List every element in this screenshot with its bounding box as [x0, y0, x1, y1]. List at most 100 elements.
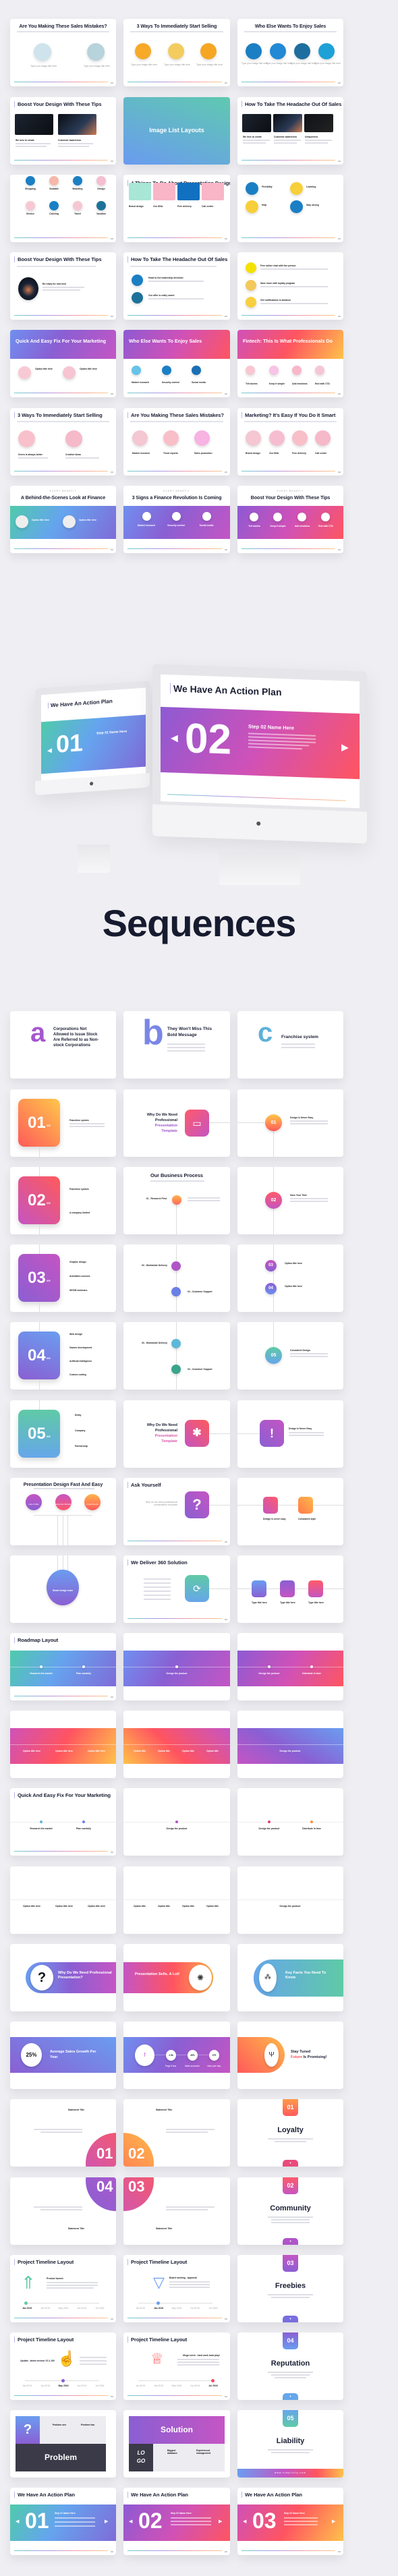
chevron-down-icon[interactable]: ▼: [283, 2316, 298, 2322]
slide-value-04[interactable]: 04 Reputation ▼: [237, 2332, 343, 2400]
next-arrow-icon[interactable]: ▶: [105, 2519, 108, 2524]
slide-headache-sales[interactable]: How To Take The Headache Out Of Sales We…: [237, 97, 343, 165]
slide-step-03[interactable]: 03/05 Graphic design Animation courses S…: [10, 1244, 116, 1312]
value-number: 04: [283, 2332, 298, 2349]
slide-smart-team[interactable]: Smart design team: [10, 1555, 116, 1623]
next-arrow-icon[interactable]: ▶: [341, 741, 349, 753]
slide-letter-b[interactable]: b They Won't Miss This Bold Message: [123, 1011, 230, 1079]
slide-timeline-2[interactable]: Project Timeline Layout ▽ Board meeting …: [123, 2255, 230, 2322]
slide-statement-03[interactable]: 03 Statement Title: [123, 2177, 230, 2245]
slide-quickfix-c[interactable]: Design the product Distribute in time: [237, 1788, 343, 1856]
slide-social-stats[interactable]: f 2.5k 45% 375 Page Fans Male accounts L…: [123, 2022, 230, 2089]
slide-problem[interactable]: ? Problem one Problem two Problem: [10, 2410, 116, 2478]
next-arrow-icon[interactable]: ▶: [219, 2519, 222, 2524]
slide-icon-grid[interactable]: Shopping Scalable Branding Design Servic…: [10, 175, 116, 242]
slide-ask-yourself[interactable]: Ask Yourself Why do we need professional…: [123, 1478, 230, 1545]
slide-stay-tuned[interactable]: Ψ Stay Tuned Future Is Promising!: [237, 2022, 343, 2089]
item-title: Market research: [137, 524, 155, 527]
slide-pill-why[interactable]: ? Why Do We Need Professional Presentati…: [10, 1944, 116, 2011]
slide-sales-mistakes-2[interactable]: Are You Making These Sales Mistakes? Mar…: [123, 408, 230, 476]
slide-design-fast[interactable]: Presentation Design Fast And Easy Lack o…: [10, 1478, 116, 1545]
slide-value-02[interactable]: 02 Community ▼: [237, 2177, 343, 2245]
slide-statement-02[interactable]: Statement Title 02: [123, 2099, 230, 2167]
slide-enjoy-sales-2[interactable]: Who Else Wants To Enjoy Sales Market res…: [123, 330, 230, 397]
connector-line: [10, 1744, 116, 1745]
slide-quickfix-a[interactable]: Quick And Easy Fix For Your Marketing Re…: [10, 1788, 116, 1856]
slide-fintech[interactable]: Fintech: This Is What Professionals Do T…: [237, 330, 343, 397]
slide-letter-c[interactable]: c Franchise system: [237, 1011, 343, 1079]
chevron-down-icon[interactable]: ▼: [283, 2393, 298, 2400]
slide-quickfix-b[interactable]: Design the product: [123, 1788, 230, 1856]
slide-triple[interactable]: Type title here Type title here Type tit…: [237, 1555, 343, 1623]
next-arrow-icon[interactable]: ▶: [332, 2519, 335, 2524]
slide-step-04[interactable]: 04/05 Web design Games development Artif…: [10, 1322, 116, 1390]
slide-action-02[interactable]: We Have An Action Plan ◀ 02 Step 02 Name…: [123, 2488, 230, 2555]
slide-marketing-smart[interactable]: Marketing? It's Easy If You Do It Smart …: [237, 408, 343, 476]
slide-action-01[interactable]: We Have An Action Plan ◀ 01 Step 01 Name…: [10, 2488, 116, 2555]
slide-circle-01[interactable]: 01 Design Is Never Easy: [237, 1089, 343, 1157]
item-title: Customer awareness: [274, 136, 297, 138]
slide-roadmap-a[interactable]: Roadmap Layout Research the market Plan …: [10, 1633, 116, 1700]
icon-label: Vacation: [96, 212, 106, 215]
prev-arrow-icon[interactable]: ◀: [243, 2519, 246, 2524]
slide-timeline-3[interactable]: Project Timeline Layout ☝ Update - lates…: [10, 2332, 116, 2400]
slide-value-01[interactable]: 01 Loyalty ▼: [237, 2099, 343, 2167]
slide-business-process[interactable]: Our Business Process 01 - Research First: [123, 1167, 230, 1234]
slide-circle-05[interactable]: 05 Consistent Design: [237, 1322, 343, 1390]
slide-roadmap-e[interactable]: Option title Option title Option title O…: [123, 1711, 230, 1778]
slide-headache-sales-2[interactable]: How To Take The Headache Out Of Sales He…: [123, 252, 230, 320]
slide-process-3-4[interactable]: 03 - Worldwide Delivery 04 - Customer Su…: [123, 1244, 230, 1312]
slide-pill-sells[interactable]: ✺ Presentation Sells. A Lot!: [123, 1944, 230, 2011]
slide-timeline-1[interactable]: Project Timeline Layout ⇑ Product launch…: [10, 2255, 116, 2322]
slide-quickfix-e[interactable]: Option title Option title Option title O…: [123, 1866, 230, 1934]
slide-letter-a[interactable]: a Corporations Not Allowed to Issue Stoc…: [10, 1011, 116, 1079]
slide-timeline-4[interactable]: Project Timeline Layout ♕ Mega event - h…: [123, 2332, 230, 2400]
item-title: Option title: [158, 1905, 170, 1908]
slide-value-03[interactable]: 03 Freebies ▼: [237, 2255, 343, 2322]
slide-quick-fix[interactable]: Quick And Easy Fix For Your Marketing Op…: [10, 330, 116, 397]
prev-arrow-icon[interactable]: ◀: [16, 2519, 19, 2524]
slide-circle-02[interactable]: 02 Save Your Time: [237, 1167, 343, 1234]
slide-four-things[interactable]: 4 Things To Do About Presentation Design…: [123, 175, 230, 242]
slide-roadmap-f[interactable]: Design the product: [237, 1711, 343, 1778]
slide-why-puzzle[interactable]: Why Do We Need Professional Presentation T…: [123, 1400, 230, 1468]
slide-roadmap-b[interactable]: Design the product: [123, 1633, 230, 1700]
slide-step-01[interactable]: 01/05 Franchise system: [10, 1089, 116, 1157]
slide-action-03[interactable]: We Have An Action Plan ◀ 03 Step 03 Name…: [237, 2488, 343, 2555]
slide-start-selling[interactable]: 3 Ways To Immediately Start Selling Type…: [123, 19, 230, 86]
slide-360-solution[interactable]: We Deliver 360 Solution ⟳: [123, 1555, 230, 1623]
slide-step-05[interactable]: 05/05 Entity Company Partnership: [10, 1400, 116, 1468]
slide-image-list-layouts[interactable]: Image List Layouts: [123, 97, 230, 165]
chevron-down-icon[interactable]: ▼: [283, 2160, 298, 2167]
slide-boost-design-3[interactable]: EVERY BENEFIT Boost Your Design With The…: [237, 486, 343, 553]
slide-boost-design-2[interactable]: Boost Your Design With These Tips Be rea…: [10, 252, 116, 320]
slide-step-02[interactable]: 02/05 Franchise system A company limited: [10, 1167, 116, 1234]
slide-features[interactable]: Free online chat with live person Save m…: [237, 252, 343, 320]
slide-boost-design[interactable]: Boost Your Design With These Tips We lov…: [10, 97, 116, 165]
slide-roadmap-d[interactable]: Option title here Option title here Opti…: [10, 1711, 116, 1778]
chevron-down-icon[interactable]: ▼: [283, 2238, 298, 2245]
slide-start-selling-2[interactable]: 3 Ways To Immediately Start Selling Gree…: [10, 408, 116, 476]
slide-sales-mistakes[interactable]: Are You Making These Sales Mistakes? Typ…: [10, 19, 116, 86]
slide-roadmap-c[interactable]: Design the product Distribute in time: [237, 1633, 343, 1700]
slide-finance-look[interactable]: EVERY BENEFIT A Behind-the-Scenes Look a…: [10, 486, 116, 553]
slide-solution[interactable]: Solution LO GO Biggest database Experien…: [123, 2410, 230, 2478]
slide-statement-01[interactable]: Statement Title 01: [10, 2099, 116, 2167]
slide-finance-revolution[interactable]: EVERY BENEFIT 3 Signs a Finance Revoluti…: [123, 486, 230, 553]
prev-arrow-icon[interactable]: ◀: [129, 2519, 132, 2524]
website-link[interactable]: www.simplicity.com: [237, 2469, 343, 2478]
slide-quickfix-f[interactable]: Design the product: [237, 1866, 343, 1934]
slide-pair[interactable]: Design is never easy Consistent style: [237, 1478, 343, 1545]
slide-quickfix-d[interactable]: Option title here Option title here Opti…: [10, 1866, 116, 1934]
slide-marketing-code[interactable]: Flexibility Learning Help Stay strong: [237, 175, 343, 242]
slide-pill-facts[interactable]: ⁂ Key Facts You Need To Know: [237, 1944, 343, 2011]
slide-growth[interactable]: 25% Average Sales Growth Per Year: [10, 2022, 116, 2089]
slide-why-chat[interactable]: Why Do We Need Professional Presentation T…: [123, 1089, 230, 1157]
slide-process-3-4-teal[interactable]: 03 - Worldwide Delivery 04 - Customer Su…: [123, 1322, 230, 1390]
slide-exclaim[interactable]: ! Design Is Never Easy: [237, 1400, 343, 1468]
slide-value-05[interactable]: 05 Liability www.simplicity.com: [237, 2410, 343, 2478]
slide-circles-3-4[interactable]: 03 04 Option title here Option title her…: [237, 1244, 343, 1312]
section-title: Image List Layouts: [149, 127, 204, 134]
slide-statement-04[interactable]: 04 Statement Title: [10, 2177, 116, 2245]
slide-enjoy-sales[interactable]: Who Else Wants To Enjoy Sales Type your …: [237, 19, 343, 86]
